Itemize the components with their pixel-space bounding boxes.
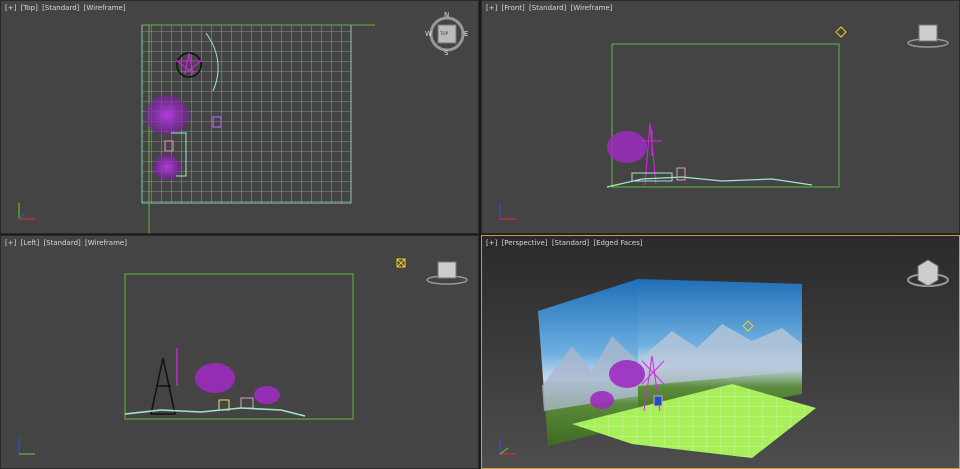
axis-tripod-icon <box>18 203 35 220</box>
compass-n: N <box>444 11 450 19</box>
viewport-left[interactable]: [+] [Left] [Standard] [Wireframe] <box>0 235 479 469</box>
windmill-wire[interactable] <box>642 122 662 186</box>
compass-e: E <box>464 30 469 38</box>
object-box[interactable] <box>676 167 686 181</box>
front-scene <box>499 24 949 220</box>
light-icon[interactable] <box>835 26 847 38</box>
object-box[interactable] <box>240 397 254 409</box>
axis-tripod-icon <box>499 203 516 220</box>
viewcube-icon[interactable] <box>907 24 949 48</box>
backdrop-frame[interactable] <box>611 43 840 188</box>
perspective-scene <box>499 259 949 458</box>
top-scene <box>18 16 465 233</box>
viewport-front[interactable]: [+] [Front] [Standard] [Wireframe] <box>481 0 960 234</box>
object-box[interactable] <box>218 399 230 411</box>
tree-foliage[interactable] <box>195 363 235 393</box>
windmill-wire[interactable] <box>150 357 176 415</box>
compass-s: S <box>444 49 449 57</box>
tree-foliage[interactable] <box>607 131 647 163</box>
terrain-wire <box>606 176 813 188</box>
object-box[interactable] <box>653 395 663 407</box>
left-scene <box>18 258 468 455</box>
compass-w: W <box>425 30 432 38</box>
axis-tripod-icon <box>18 438 35 455</box>
tree-foliage[interactable] <box>609 360 645 388</box>
tree-foliage[interactable] <box>145 95 189 135</box>
tree-foliage[interactable] <box>254 386 280 404</box>
axis-tripod-icon <box>499 438 516 455</box>
viewcube-face-label: TOP <box>440 31 449 36</box>
viewport-top[interactable]: [+] [Top] [Standard] [Wireframe] N S W E… <box>0 0 479 234</box>
viewport-layout: [+] [Top] [Standard] [Wireframe] N S W E… <box>0 0 960 469</box>
viewport-perspective[interactable]: [+] [Perspective] [Standard] [Edged Face… <box>481 235 960 469</box>
backdrop-frame[interactable] <box>124 273 354 420</box>
tree-foliage[interactable] <box>590 391 614 409</box>
viewcube-icon[interactable] <box>907 259 949 287</box>
viewcube-icon[interactable] <box>426 261 468 285</box>
camera-target-icon[interactable] <box>396 258 406 268</box>
